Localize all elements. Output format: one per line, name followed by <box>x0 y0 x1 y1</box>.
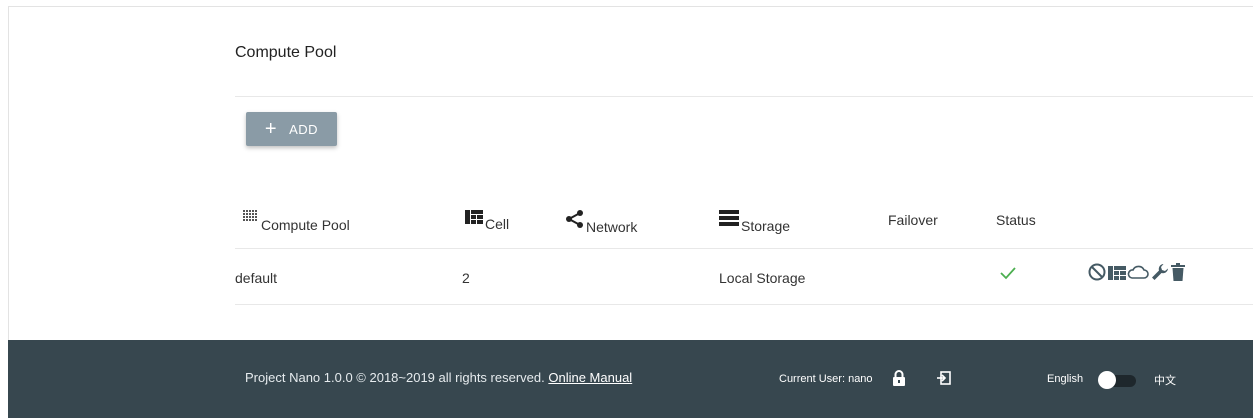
row-operations <box>1087 262 1185 282</box>
column-header-label: Cell <box>485 216 510 232</box>
column-header-status: Status <box>996 212 1036 228</box>
toggle-knob <box>1098 371 1116 389</box>
copyright: Project Nano 1.0.0 © 2018~2019 all right… <box>245 370 632 385</box>
online-manual-link[interactable]: Online Manual <box>548 370 632 385</box>
logout-icon[interactable] <box>937 371 951 390</box>
cell-compute-pool: default <box>235 270 278 286</box>
column-header-cell: Cell <box>465 210 509 232</box>
current-user: Current User: nano <box>779 373 873 385</box>
column-header-label: Failover <box>888 212 938 228</box>
divider <box>235 96 1253 97</box>
column-header-storage: Storage <box>719 210 790 234</box>
cloud-icon[interactable] <box>1127 263 1149 281</box>
plus-icon: + <box>264 118 278 140</box>
grid-dots-icon <box>243 210 261 233</box>
column-header-label: Status <box>996 212 1036 228</box>
column-header-compute-pool: Compute Pool <box>243 210 350 233</box>
add-button[interactable]: + ADD <box>246 112 337 146</box>
trash-icon[interactable] <box>1171 263 1185 281</box>
divider <box>235 248 1253 249</box>
cells-icon[interactable] <box>1108 263 1126 281</box>
cell-storage: Local Storage <box>719 270 806 286</box>
wrench-icon[interactable] <box>1150 262 1170 282</box>
check-icon <box>1000 266 1016 285</box>
left-border <box>8 6 9 340</box>
column-header-network: Network <box>566 210 637 235</box>
add-button-label: ADD <box>289 121 319 137</box>
footer: Project Nano 1.0.0 © 2018~2019 all right… <box>8 340 1253 418</box>
column-header-label: Network <box>586 219 638 235</box>
language-chinese-label: 中文 <box>1154 375 1176 387</box>
language-toggle[interactable] <box>1098 371 1138 389</box>
language-english-label: English <box>1047 373 1084 385</box>
share-icon <box>566 210 586 235</box>
page-title: Compute Pool <box>235 44 337 61</box>
column-header-failover: Failover <box>888 212 938 228</box>
storage-icon <box>719 210 741 234</box>
lock-icon[interactable] <box>892 370 906 391</box>
cell-cell-count: 2 <box>462 270 470 286</box>
disable-icon[interactable] <box>1087 262 1107 282</box>
top-border <box>8 6 1253 7</box>
copyright-text: Project Nano 1.0.0 © 2018~2019 all right… <box>245 370 545 385</box>
cells-icon <box>465 210 485 232</box>
column-header-label: Storage <box>741 218 791 234</box>
column-header-label: Compute Pool <box>261 217 350 233</box>
divider <box>235 304 1253 305</box>
